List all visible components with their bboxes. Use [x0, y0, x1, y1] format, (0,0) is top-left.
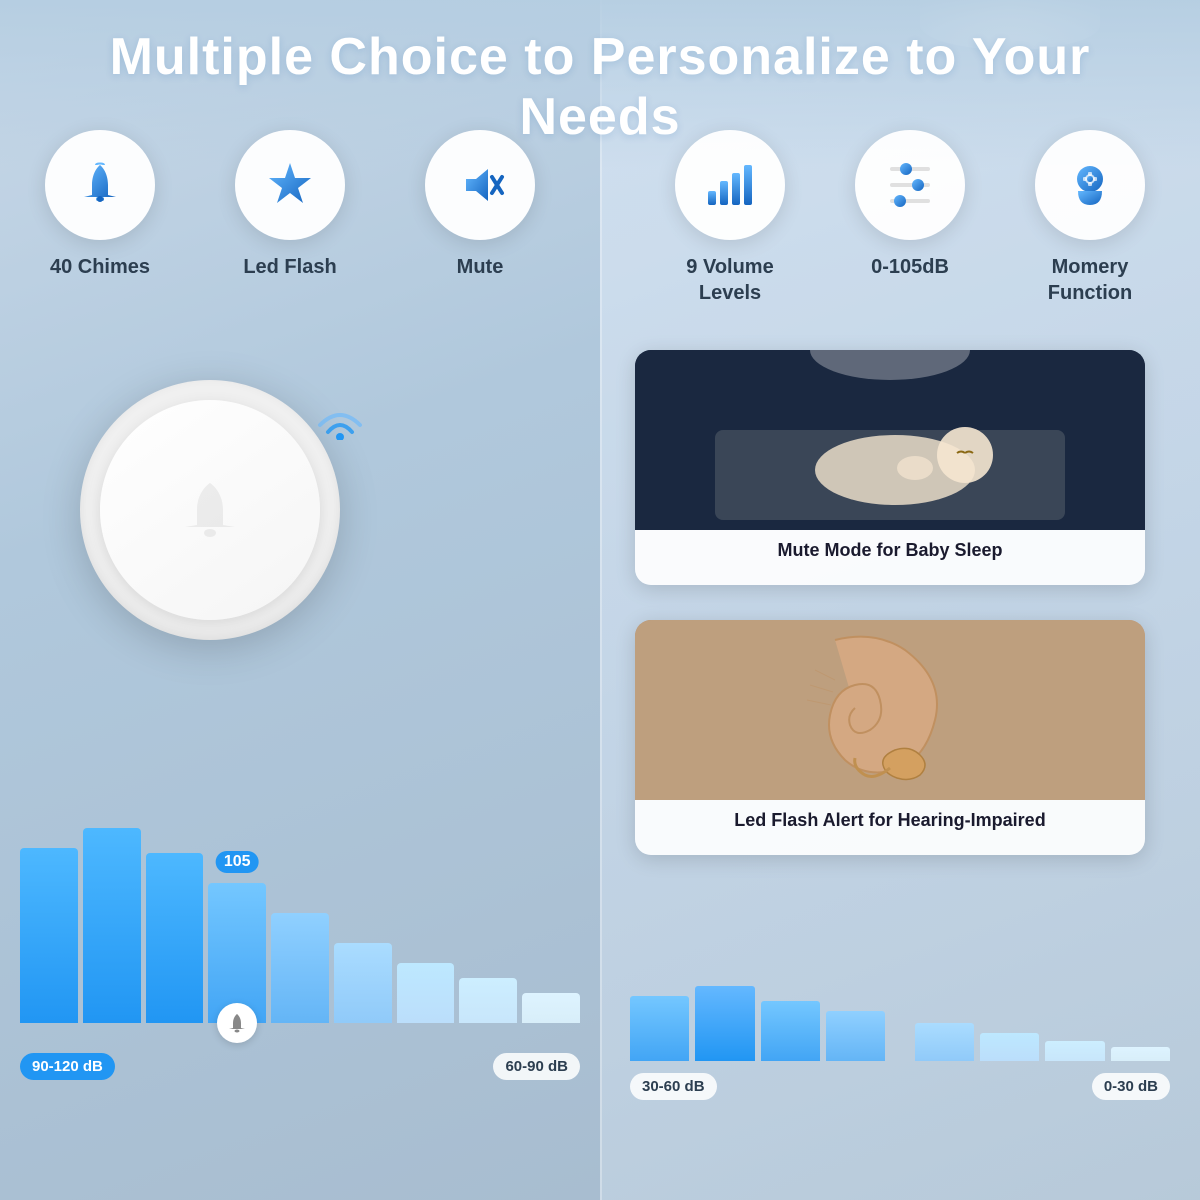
memory-circle [1035, 130, 1145, 240]
baby-scene [635, 350, 1145, 530]
feature-volume: 9 Volume Levels [645, 130, 815, 306]
star-icon [264, 159, 316, 211]
db-label-0-30: 0-30 dB [1092, 1073, 1170, 1100]
bar-8 [459, 978, 517, 1023]
doorbell-device [80, 380, 340, 640]
db-circle [855, 130, 965, 240]
bar-r-7 [1045, 1041, 1104, 1061]
doorbell-inner [100, 400, 320, 620]
bar-4: 105 [208, 883, 266, 1023]
db-label: 0-105dB [871, 254, 949, 280]
bars-container-right [630, 981, 1170, 1061]
bar-r-5 [915, 1023, 974, 1061]
db-labels-left: 90-120 dB 60-90 dB [20, 1053, 580, 1080]
bar-r-2 [695, 986, 754, 1061]
db-label-90-120: 90-120 dB [20, 1053, 115, 1080]
db-label-60-90: 60-90 dB [493, 1053, 580, 1080]
feature-memory: Momery Function [1005, 130, 1175, 306]
hearing-impaired-card: Led Flash Alert for Hearing-Impaired [635, 620, 1145, 855]
baby-sleep-image [635, 350, 1145, 530]
bar-3 [146, 853, 204, 1023]
doorbell-small-icon [217, 1003, 257, 1043]
feature-mute: Mute [385, 130, 575, 280]
led-circle [235, 130, 345, 240]
bell-icon [74, 159, 126, 211]
memory-head-icon [1064, 159, 1116, 211]
feature-chimes: 40 Chimes [5, 130, 195, 280]
bar-2 [83, 828, 141, 1023]
hearing-impaired-image [635, 620, 1145, 800]
bar-7 [397, 963, 455, 1023]
mute-circle [425, 130, 535, 240]
mute-icon [454, 159, 506, 211]
volume-chart-right: 30-60 dB 0-30 dB [630, 981, 1170, 1100]
mute-label: Mute [457, 254, 504, 280]
wifi-signal [310, 390, 370, 445]
bar-r-6 [980, 1033, 1039, 1061]
volume-bars-icon [704, 159, 756, 211]
bar-1 [20, 848, 78, 1023]
equalizer-icon [884, 159, 936, 211]
db-label-30-60: 30-60 dB [630, 1073, 717, 1100]
bar-r-8 [1111, 1047, 1170, 1061]
volume-circle [675, 130, 785, 240]
chimes-circle [45, 130, 155, 240]
ear-scene [635, 620, 1145, 800]
feature-db: 0-105dB [825, 130, 995, 306]
volume-105-badge: 105 [216, 851, 259, 873]
volume-chart-left: 105 90-120 dB 60-90 dB [20, 823, 580, 1080]
bar-r-4 [826, 1011, 885, 1061]
hearing-impaired-caption: Led Flash Alert for Hearing-Impaired [635, 800, 1145, 841]
led-label: Led Flash [243, 254, 336, 280]
wifi-icon [310, 390, 370, 440]
center-divider [600, 0, 602, 1200]
bar-9 [522, 993, 580, 1023]
doorbell-outer [80, 380, 340, 640]
bar-r-1 [630, 996, 689, 1061]
memory-label: Momery Function [1048, 254, 1132, 306]
baby-sleep-card: Mute Mode for Baby Sleep [635, 350, 1145, 585]
baby-sleep-caption: Mute Mode for Baby Sleep [635, 530, 1145, 571]
chimes-label: 40 Chimes [50, 254, 150, 280]
db-labels-right: 30-60 dB 0-30 dB [630, 1073, 1170, 1100]
feature-led-flash: Led Flash [195, 130, 385, 280]
volume-label: 9 Volume Levels [686, 254, 773, 306]
bar-r-3 [761, 1001, 820, 1061]
bars-container-left: 105 [20, 823, 580, 1023]
features-right-row: 9 Volume Levels [620, 130, 1200, 306]
bar-6 [334, 943, 392, 1023]
features-left-row: 40 Chimes Led Flash [0, 130, 580, 280]
bar-5 [271, 913, 329, 1023]
page-wrapper: Multiple Choice to Personalize to Your N… [0, 0, 1200, 1200]
doorbell-bell-icon [175, 475, 245, 545]
